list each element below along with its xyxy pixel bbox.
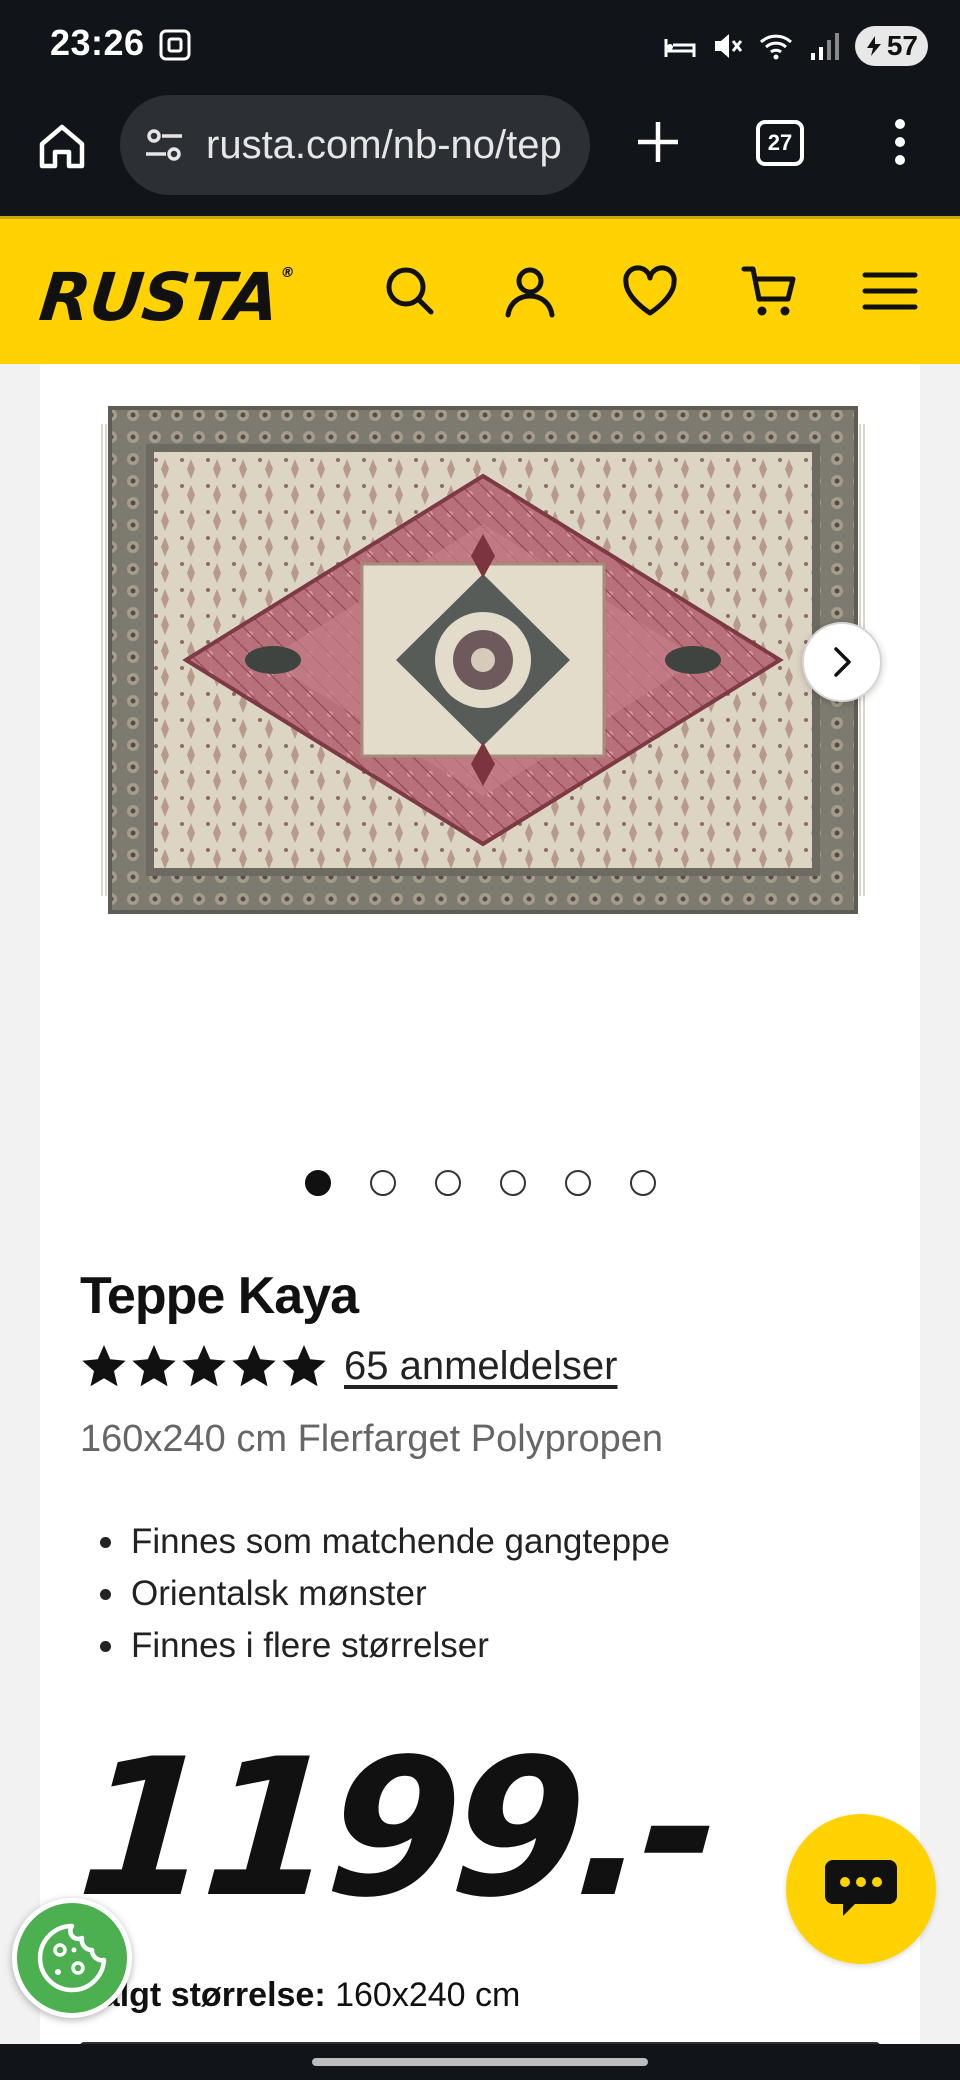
logo-mark: ® (279, 265, 295, 281)
screenshot-icon (159, 29, 191, 61)
battery-level: 57 (886, 30, 918, 61)
product-title: Teppe Kaya (80, 1267, 359, 1325)
gesture-handle[interactable] (312, 2058, 648, 2066)
star-icon (282, 1345, 326, 1387)
feature-item: Finnes i flere størrelser (80, 1620, 670, 1672)
more-menu-icon[interactable] (880, 114, 920, 170)
size-value: 160x240 cm (335, 1976, 521, 2014)
wifi-icon (759, 34, 792, 60)
signal-icon (810, 33, 839, 60)
system-navigation-bar (0, 2044, 960, 2080)
feature-item: Finnes som matchende gangteppe (80, 1516, 670, 1568)
url-text[interactable]: rusta.com/nb-no/tep (206, 123, 586, 168)
feature-list: Finnes som matchende gangteppe Orientals… (80, 1516, 670, 1672)
search-icon[interactable] (380, 261, 440, 321)
star-icon (82, 1345, 126, 1387)
browser-toolbar: rusta.com/nb-no/tep 27 (0, 90, 960, 216)
gallery-dot-4[interactable] (499, 1170, 526, 1196)
chat-button[interactable] (786, 1814, 936, 1964)
mute-icon (714, 34, 743, 58)
gallery-dot-2[interactable] (369, 1170, 396, 1196)
gallery-pagination (40, 1170, 920, 1196)
star-icon (232, 1345, 276, 1387)
star-rating (80, 1342, 328, 1390)
product-subtitle: 160x240 cm Flerfarget Polypropen (80, 1418, 663, 1460)
star-icon (132, 1345, 176, 1387)
gallery-dot-5[interactable] (564, 1170, 591, 1196)
product-gallery[interactable] (40, 364, 920, 1164)
site-header: RUSTA® (0, 216, 960, 364)
menu-icon[interactable] (860, 261, 920, 321)
site-settings-icon[interactable] (142, 123, 186, 167)
status-time: 23:26 (50, 22, 145, 63)
product-image (101, 406, 865, 914)
address-bar[interactable]: rusta.com/nb-no/tep (120, 95, 590, 195)
gallery-dot-3[interactable] (434, 1170, 461, 1196)
cart-icon[interactable] (740, 261, 800, 321)
chat-bubble-icon (825, 1860, 897, 1916)
selected-size: Valgt størrelse: 160x240 cm (80, 1976, 520, 2015)
gallery-dot-6[interactable] (629, 1170, 656, 1196)
gallery-dot-1[interactable] (304, 1170, 331, 1196)
home-icon[interactable] (34, 118, 90, 174)
sleep-icon (664, 39, 696, 57)
product-price: 1199.- (72, 1718, 720, 1939)
tabs-icon[interactable]: 27 (756, 120, 804, 166)
cookie-settings-button[interactable] (12, 1898, 132, 2018)
account-icon[interactable] (500, 261, 560, 321)
rusta-logo[interactable]: RUSTA® (36, 259, 295, 336)
new-tab-icon[interactable] (630, 114, 686, 170)
chevron-right-icon (834, 647, 851, 677)
status-bar: 23:26 57 (0, 0, 960, 90)
product-rating[interactable]: 65 anmeldelser (80, 1342, 618, 1390)
gallery-next-button[interactable] (802, 622, 882, 702)
battery-icon (866, 36, 881, 56)
feature-item: Orientalsk mønster (80, 1568, 670, 1620)
wishlist-heart-icon[interactable] (620, 261, 680, 321)
tab-count: 27 (767, 130, 793, 155)
cookie-icon (37, 1923, 107, 1993)
product-card: Teppe Kaya 65 anmeldelser 160x240 cm Fle… (40, 364, 920, 2044)
star-icon (182, 1345, 226, 1387)
reviews-link[interactable]: 65 anmeldelser (344, 1344, 618, 1389)
battery-indicator: 57 (854, 26, 928, 66)
logo-text: RUSTA (35, 259, 282, 336)
